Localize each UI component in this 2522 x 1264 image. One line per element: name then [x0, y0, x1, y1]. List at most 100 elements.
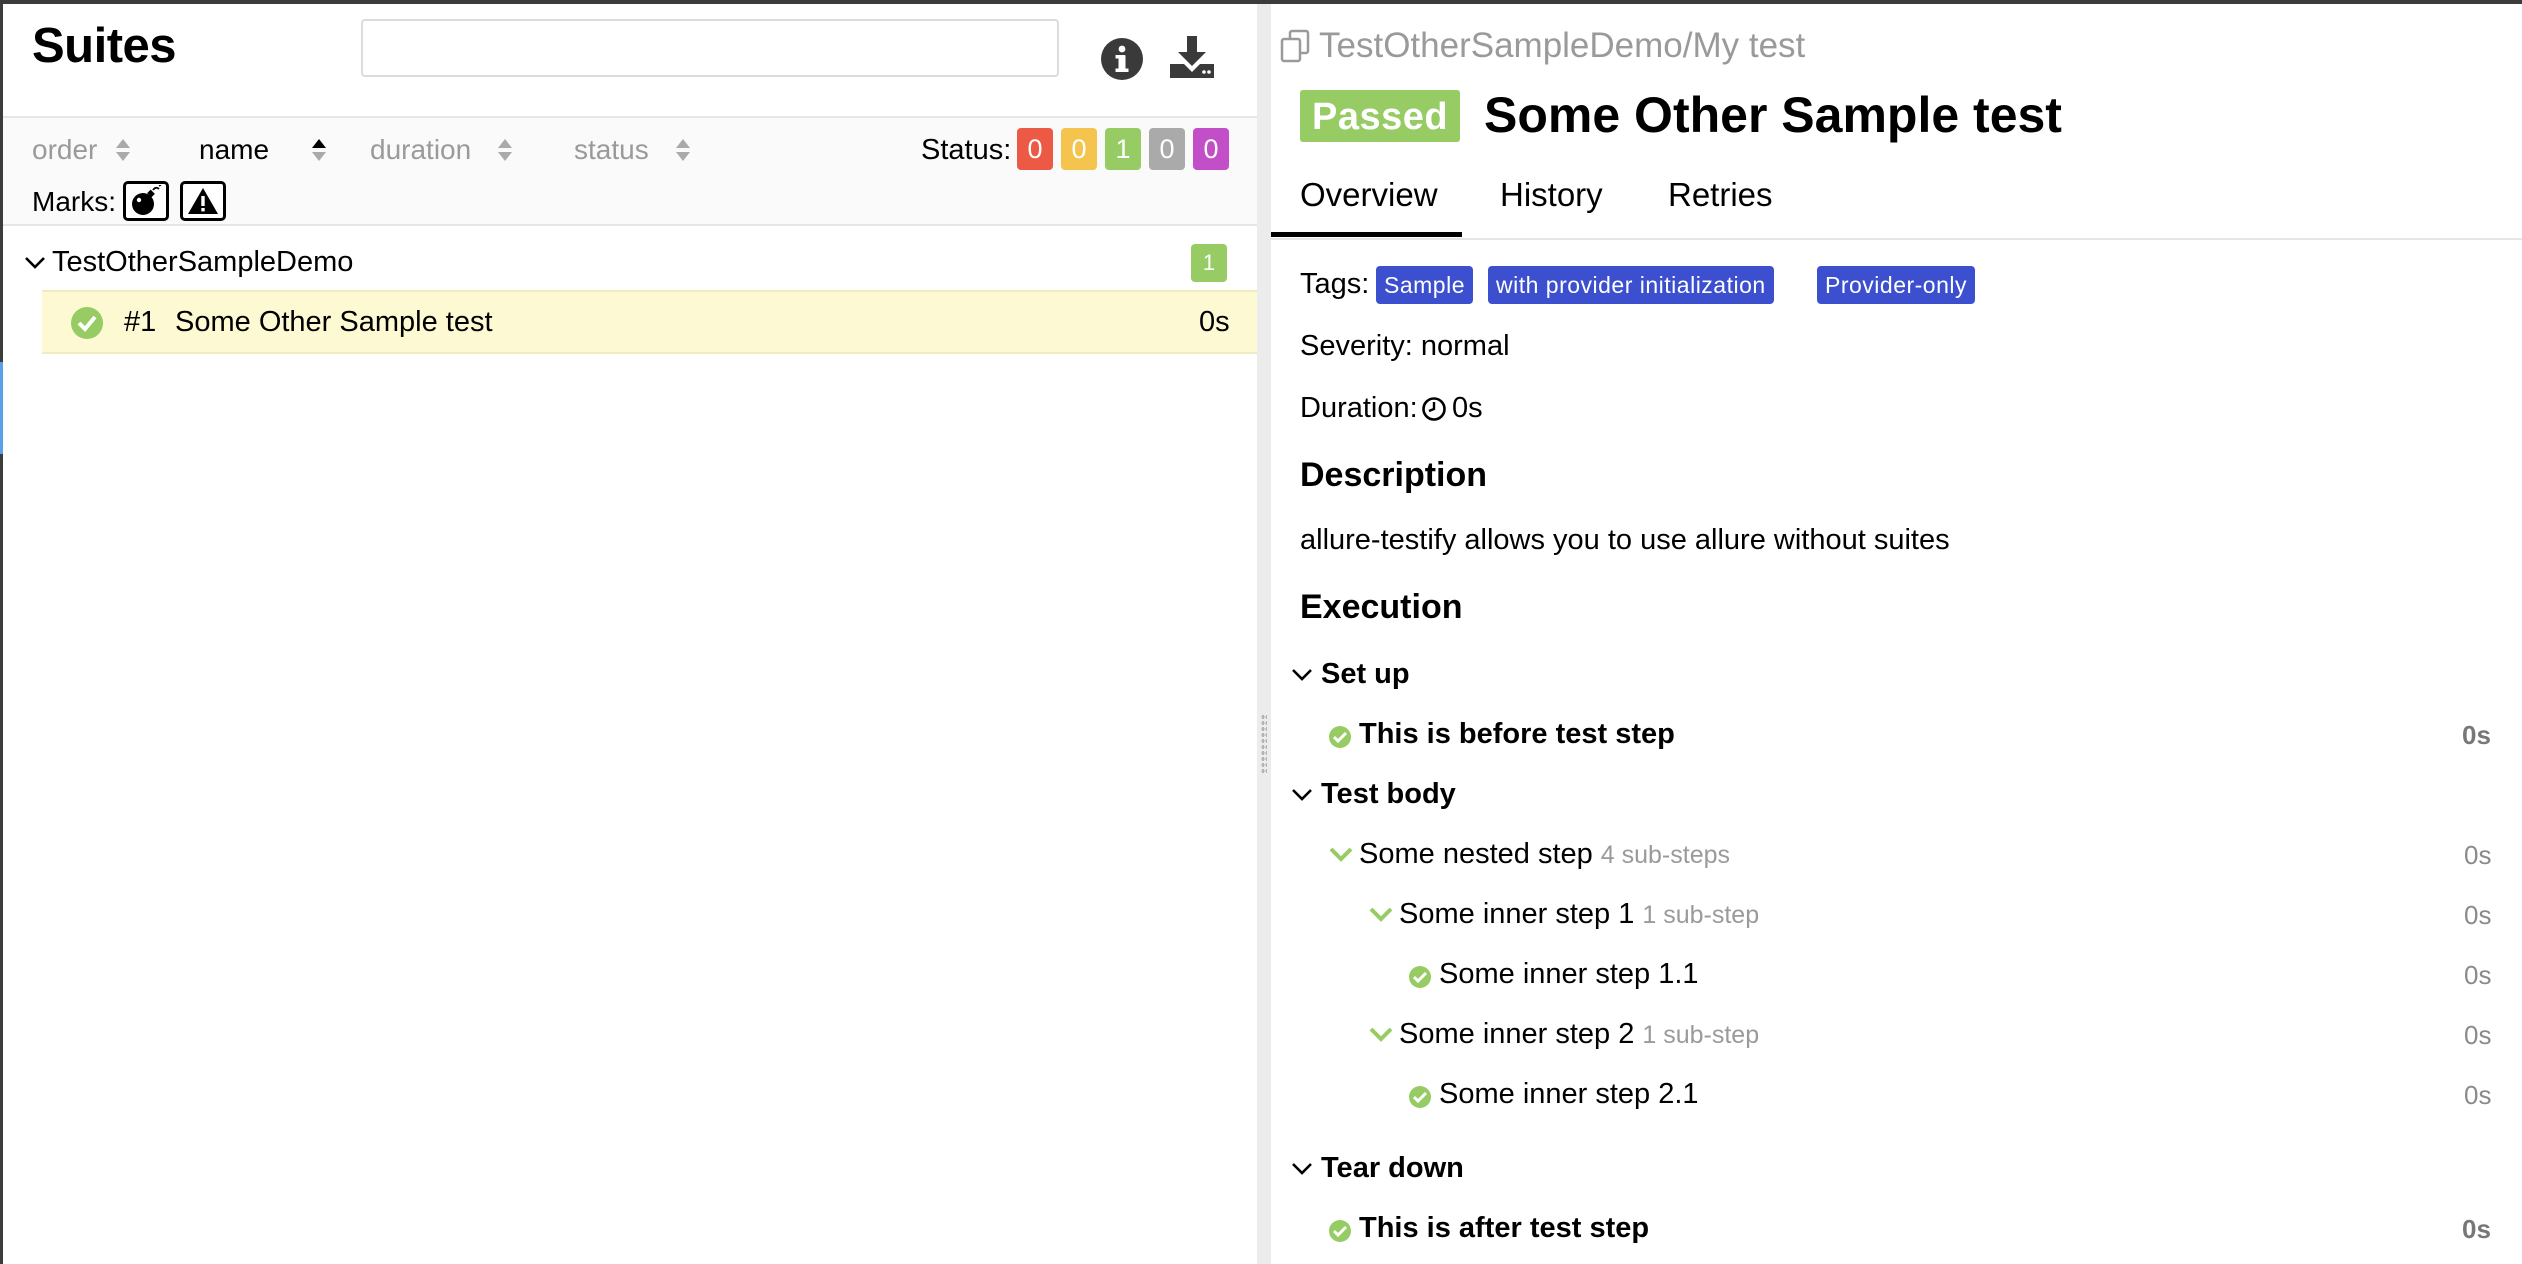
status-skipped-badge[interactable]: 0: [1149, 128, 1185, 170]
step-inner-1[interactable]: Some inner step 1 1 sub-step: [1399, 898, 1759, 931]
suites-panel: Suites order name duration status Status…: [3, 4, 1257, 1264]
pane-splitter[interactable]: [1257, 4, 1271, 1264]
download-icon: [1170, 36, 1214, 78]
teardown-step-name: This is after test step: [1359, 1212, 1650, 1244]
tag-provider-only: Provider-only: [1817, 266, 1975, 304]
sort-arrows-icon: [675, 139, 690, 161]
step-duration: 0s: [2464, 840, 2492, 870]
setup-step-name: This is before test step: [1359, 718, 1675, 750]
breadcrumb-text: TestOtherSampleDemo/My test: [1319, 26, 1806, 65]
sort-name-label: name: [199, 134, 270, 165]
sort-status[interactable]: status: [574, 134, 691, 166]
description-text: allure-testify allows you to use allure …: [1300, 524, 1950, 556]
bomb-icon: [132, 185, 162, 215]
copy-icon: [1280, 29, 1310, 63]
chevron-down-icon: [1369, 907, 1393, 922]
status-unknown-badge[interactable]: 0: [1193, 128, 1229, 170]
step-duration: 0s: [2464, 1020, 2492, 1050]
status-badge: Passed: [1300, 90, 1461, 142]
test-case-title: Some Other Sample test: [175, 306, 493, 338]
breadcrumb[interactable]: TestOtherSampleDemo/My test: [1279, 26, 1805, 66]
tab-bar: Overview History Retries: [1271, 162, 2522, 240]
status-broken-badge[interactable]: 0: [1061, 128, 1097, 170]
download-button[interactable]: [1167, 32, 1215, 80]
step-inner-2-1[interactable]: Some inner step 2.1: [1439, 1078, 1699, 1111]
body-stage[interactable]: Test body: [1291, 778, 1456, 811]
setup-step-duration: 0s: [2462, 720, 2491, 750]
tab-overview[interactable]: Overview: [1300, 176, 1438, 214]
step-inner-1-1[interactable]: Some inner step 1.1: [1439, 958, 1699, 991]
sort-toolbar: order name duration status Status: 0 0 1…: [3, 116, 1257, 226]
sort-name[interactable]: name: [199, 134, 327, 166]
teardown-stage[interactable]: Tear down: [1291, 1152, 1464, 1185]
tag-sample: Sample: [1376, 266, 1473, 304]
sort-order[interactable]: order: [32, 134, 131, 166]
step-name: Some inner step 1: [1399, 898, 1635, 930]
setup-stage[interactable]: Set up: [1291, 658, 1410, 691]
step-name: Some nested step: [1359, 838, 1593, 870]
marks-label: Marks:: [32, 186, 116, 217]
teardown-step[interactable]: This is after test step: [1359, 1212, 1649, 1245]
suites-title: Suites: [32, 19, 177, 73]
sort-arrows-icon: [498, 139, 513, 161]
sort-arrows-icon: [116, 139, 131, 161]
test-case-row[interactable]: #1 Some Other Sample test 0s: [42, 290, 1257, 354]
tags-label: Tags:: [1300, 268, 1370, 300]
setup-label: Set up: [1321, 658, 1410, 690]
step-duration: 0s: [2464, 900, 2492, 930]
suite-group-passed-count: 1: [1191, 244, 1227, 282]
passed-status-icon: [71, 307, 103, 339]
step-name: Some inner step 2: [1399, 1018, 1635, 1050]
step-substeps: 4 sub-steps: [1600, 841, 1731, 869]
step-duration: 0s: [2464, 960, 2492, 990]
chevron-down-icon: [1292, 668, 1312, 681]
search-input[interactable]: [361, 19, 1059, 77]
passed-status-icon: [1409, 1086, 1431, 1108]
info-icon: [1101, 38, 1143, 80]
passed-status-icon: [1329, 726, 1351, 748]
step-substeps: 1 sub-step: [1642, 1021, 1760, 1049]
warning-icon: [188, 188, 218, 214]
sort-duration-label: duration: [370, 134, 472, 165]
duration-value: 0s: [1452, 392, 1483, 424]
chevron-down-icon: [1329, 847, 1353, 862]
tag-provider-init: with provider initialization: [1488, 266, 1774, 304]
sort-asc-icon: [312, 139, 327, 161]
test-result-panel: TestOtherSampleDemo/My test Passed Some …: [1271, 4, 2522, 1264]
chevron-down-icon: [1292, 1162, 1312, 1175]
tab-history[interactable]: History: [1500, 176, 1603, 214]
chevron-down-icon: [1292, 788, 1312, 801]
sort-status-label: status: [574, 134, 649, 165]
description-heading: Description: [1300, 456, 1488, 494]
test-case-number: #1: [124, 306, 157, 338]
teardown-label: Tear down: [1321, 1152, 1464, 1184]
splitter-grip-icon[interactable]: [1261, 714, 1267, 774]
retries-mark-toggle[interactable]: [180, 181, 226, 221]
sort-order-label: order: [32, 134, 98, 165]
sort-duration[interactable]: duration: [370, 134, 513, 166]
step-nested[interactable]: Some nested step 4 sub-steps: [1359, 838, 1730, 871]
info-button[interactable]: [1099, 36, 1147, 84]
status-failed-badge[interactable]: 0: [1017, 128, 1053, 170]
passed-status-icon: [1329, 1220, 1351, 1242]
suite-group-name: TestOtherSampleDemo: [52, 246, 354, 278]
setup-step[interactable]: This is before test step: [1359, 718, 1675, 751]
teardown-step-duration: 0s: [2462, 1214, 2491, 1244]
status-passed-badge[interactable]: 1: [1105, 128, 1141, 170]
flaky-mark-toggle[interactable]: [123, 181, 169, 221]
test-title: Some Other Sample test: [1484, 87, 2062, 143]
chevron-down-icon: [1369, 1027, 1393, 1042]
body-label: Test body: [1321, 778, 1456, 810]
step-substeps: 1 sub-step: [1642, 901, 1760, 929]
step-name: Some inner step 2.1: [1439, 1078, 1699, 1110]
clock-icon: [1422, 397, 1446, 421]
test-case-duration: 0s: [1199, 306, 1230, 338]
step-duration: 0s: [2464, 1080, 2492, 1110]
severity-text: Severity: normal: [1300, 330, 1510, 362]
step-inner-2[interactable]: Some inner step 2 1 sub-step: [1399, 1018, 1759, 1051]
status-filter-label: Status:: [921, 134, 1012, 166]
tab-retries[interactable]: Retries: [1668, 176, 1773, 214]
suite-group-row[interactable]: TestOtherSampleDemo 1: [3, 240, 1257, 290]
chevron-down-icon: [25, 257, 45, 269]
passed-status-icon: [1409, 966, 1431, 988]
